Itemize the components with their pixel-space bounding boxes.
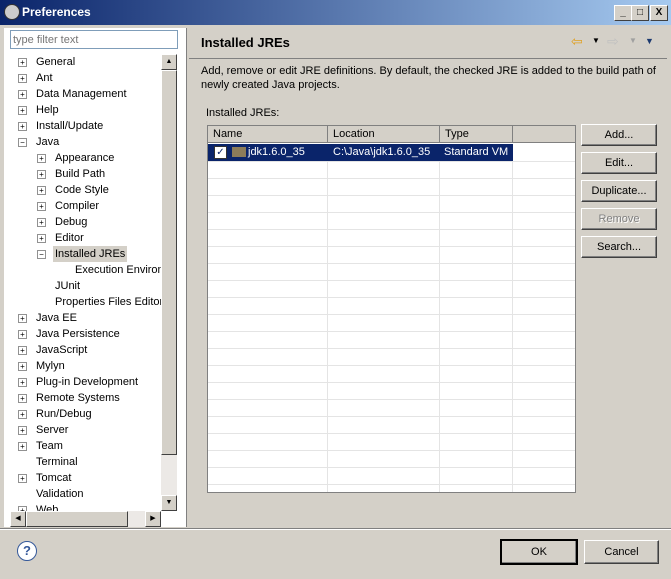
- expand-icon[interactable]: +: [18, 346, 27, 355]
- tree-item-label: Properties Files Editor: [55, 296, 161, 308]
- expand-icon[interactable]: +: [18, 474, 27, 483]
- expand-icon[interactable]: +: [37, 170, 46, 179]
- expand-icon[interactable]: +: [37, 186, 46, 195]
- tree-item-label: Help: [36, 104, 59, 116]
- expand-icon[interactable]: +: [18, 378, 27, 387]
- forward-arrow-icon[interactable]: ⇨: [607, 33, 619, 50]
- jre-checkbox[interactable]: ✓: [214, 146, 227, 159]
- table-row[interactable]: ✓ jdk1.6.0_35 C:\Java\jdk1.6.0_35 Standa…: [208, 144, 513, 161]
- scroll-right-button[interactable]: ▶: [145, 511, 161, 527]
- tree-item-label: Validation: [36, 488, 84, 500]
- tree-item-label: Java EE: [36, 312, 77, 324]
- remove-button[interactable]: Remove: [581, 208, 657, 230]
- tree-item-label: Terminal: [36, 456, 78, 468]
- tree-item-label: Run/Debug: [36, 408, 92, 420]
- tree-item-label: Code Style: [55, 184, 109, 196]
- scroll-thumb[interactable]: [161, 70, 177, 455]
- back-dropdown-icon[interactable]: ▼: [592, 36, 600, 45]
- tree-item-label: Plug-in Development: [36, 376, 139, 388]
- duplicate-button[interactable]: Duplicate...: [581, 180, 657, 202]
- help-icon[interactable]: ?: [17, 541, 37, 561]
- expand-icon[interactable]: +: [18, 362, 27, 371]
- expand-icon[interactable]: +: [37, 218, 46, 227]
- close-button[interactable]: X: [650, 5, 668, 21]
- expand-icon[interactable]: +: [18, 426, 27, 435]
- tree-item-label: Compiler: [55, 200, 100, 212]
- edit-button[interactable]: Edit...: [581, 152, 657, 174]
- page-description: Add, remove or edit JRE definitions. By …: [201, 65, 656, 91]
- footer-separator: [0, 528, 671, 530]
- scroll-left-button[interactable]: ◀: [10, 511, 26, 527]
- forward-dropdown-icon[interactable]: ▼: [629, 36, 637, 45]
- tree-item-label: Mylyn: [36, 360, 65, 372]
- tree-item-label: Web: [36, 504, 59, 511]
- tree-item-label: Editor: [55, 232, 84, 244]
- window-title: Preferences: [22, 5, 91, 19]
- search-button[interactable]: Search...: [581, 236, 657, 258]
- view-menu-icon[interactable]: ▼: [645, 36, 654, 46]
- expand-icon[interactable]: +: [18, 410, 27, 419]
- tree-item-label: Build Path: [55, 168, 106, 180]
- column-header-type[interactable]: Type: [440, 126, 513, 143]
- expand-icon[interactable]: +: [18, 122, 27, 131]
- filter-input[interactable]: [10, 30, 178, 49]
- scroll-up-button[interactable]: ▲: [161, 54, 177, 70]
- maximize-button[interactable]: □: [631, 5, 649, 21]
- scroll-down-button[interactable]: ▼: [161, 495, 177, 511]
- expand-icon[interactable]: +: [37, 234, 46, 243]
- column-header-name[interactable]: Name: [208, 126, 328, 143]
- expand-icon[interactable]: +: [18, 106, 27, 115]
- tree-item-label: Execution Environments: [75, 264, 161, 276]
- installed-jres-label: Installed JREs:: [206, 107, 280, 119]
- expand-icon[interactable]: +: [37, 202, 46, 211]
- collapse-icon[interactable]: −: [37, 250, 46, 259]
- page-title: Installed JREs: [201, 35, 290, 50]
- tree-item-label: JUnit: [55, 280, 81, 292]
- tree-item-label: Data Management: [36, 88, 127, 100]
- minimize-button[interactable]: _: [614, 5, 632, 21]
- tree-item-label: Server: [36, 424, 69, 436]
- tree-item-label: Java: [36, 136, 60, 148]
- column-header-location[interactable]: Location: [328, 126, 440, 143]
- expand-icon[interactable]: +: [18, 90, 27, 99]
- expand-icon[interactable]: +: [37, 154, 46, 163]
- expand-icon[interactable]: +: [18, 330, 27, 339]
- expand-icon[interactable]: +: [18, 394, 27, 403]
- jre-table: Name Location Type ✓ jdk1.6.0_35 C:\Java…: [207, 125, 576, 493]
- jre-location: C:\Java\jdk1.6.0_35: [333, 146, 431, 158]
- tree-item-label: Ant: [36, 72, 53, 84]
- ok-button[interactable]: OK: [500, 539, 578, 565]
- tree-horizontal-scrollbar[interactable]: ◀ ▶: [10, 511, 161, 527]
- tree-item-label: Debug: [55, 216, 88, 228]
- preferences-icon: [4, 4, 20, 20]
- add-button[interactable]: Add...: [581, 124, 657, 146]
- tree-item-label: Tomcat: [36, 472, 72, 484]
- expand-icon[interactable]: +: [18, 58, 27, 67]
- tree-vertical-scrollbar[interactable]: ▲ ▼: [161, 54, 177, 511]
- tree-item-label: Java Persistence: [36, 328, 120, 340]
- page-header: Installed JREs ⇦ ▼ ⇨ ▼ ▼: [189, 28, 667, 59]
- hscroll-thumb[interactable]: [26, 511, 128, 527]
- back-arrow-icon[interactable]: ⇦: [571, 33, 583, 50]
- tree-item-label: JavaScript: [36, 344, 88, 356]
- expand-icon[interactable]: +: [18, 442, 27, 451]
- tree-item-label: Install/Update: [36, 120, 104, 132]
- expand-icon[interactable]: +: [18, 314, 27, 323]
- tree-item-label: Appearance: [55, 152, 115, 164]
- jre-name: jdk1.6.0_35: [248, 146, 305, 158]
- tree-item-label: Team: [36, 440, 63, 452]
- jre-icon: [232, 147, 246, 157]
- tree-item-label: General: [36, 56, 76, 68]
- preference-tree: + General + Ant + Data Management + Help + Instal…: [10, 54, 161, 511]
- tree-item-label: Installed JREs: [53, 246, 128, 262]
- collapse-icon[interactable]: −: [18, 138, 27, 147]
- cancel-button[interactable]: Cancel: [584, 540, 659, 564]
- expand-icon[interactable]: +: [18, 74, 27, 83]
- jre-type: Standard VM: [444, 146, 509, 158]
- title-bar: Preferences _ □ X: [0, 0, 671, 25]
- column-header-filler: [513, 126, 575, 143]
- tree-item-label: Remote Systems: [36, 392, 120, 404]
